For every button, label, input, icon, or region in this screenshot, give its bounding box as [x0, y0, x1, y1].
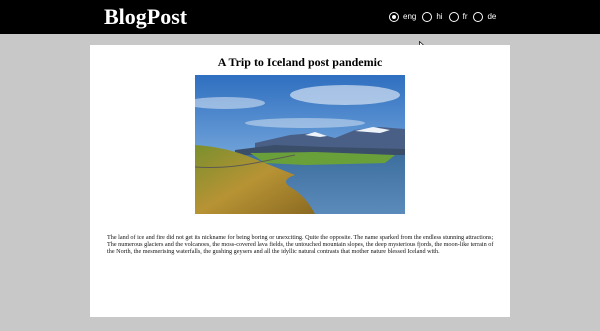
language-label-de: de	[487, 12, 497, 21]
blog-post-card: A Trip to Iceland post pandemic The land…	[90, 45, 510, 317]
radio-fr[interactable]	[448, 12, 459, 22]
hero-image-iceland-landscape	[195, 75, 405, 214]
language-label-eng: eng	[403, 12, 417, 21]
navbar: BlogPost eng hi fr de	[0, 0, 600, 34]
brand-logo[interactable]: BlogPost	[104, 4, 187, 30]
post-body-text: The land of ice and fire did not get its…	[107, 234, 494, 255]
radio-hi[interactable]	[422, 12, 433, 22]
radio-de[interactable]	[473, 12, 484, 22]
language-option-hi[interactable]: hi	[422, 12, 443, 22]
language-option-eng[interactable]: eng	[389, 12, 416, 22]
language-option-de[interactable]: de	[473, 12, 496, 22]
post-title: A Trip to Iceland post pandemic	[217, 55, 383, 69]
language-label-fr: fr	[462, 12, 468, 21]
language-label-hi: hi	[436, 12, 443, 21]
language-option-fr[interactable]: fr	[448, 12, 468, 22]
radio-eng[interactable]	[389, 12, 399, 22]
language-selector: eng hi fr de	[389, 10, 502, 24]
